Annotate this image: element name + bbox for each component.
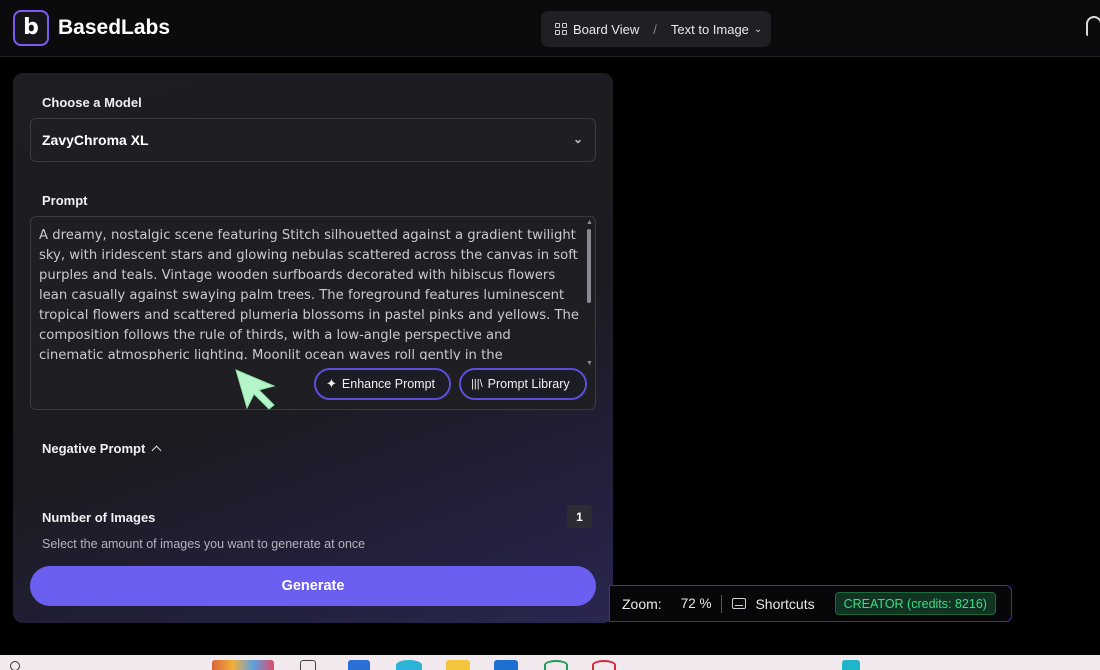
canvas-status-bar: Zoom: 72 % Shortcuts CREATOR (credits: 8… [609,585,1012,622]
zoom-value[interactable]: 72 % [681,596,712,611]
credits-badge[interactable]: CREATOR (credits: 8216) [834,592,996,615]
board-grid-icon [555,23,567,35]
prompt-library-button[interactable]: |||\ Prompt Library [459,368,587,400]
app-icon[interactable] [842,660,860,670]
taskbar-widget-icon[interactable] [212,660,274,670]
zoom-label: Zoom: [622,595,662,612]
prompt-label: Prompt [42,193,88,208]
task-view-icon[interactable] [300,660,316,670]
breadcrumb-separator: / [653,21,657,37]
scroll-down-icon[interactable]: ▼ [586,360,593,367]
model-value: ZavyChroma XL [42,132,149,148]
sparkle-icon: ✦ [326,376,337,391]
generation-panel: Choose a Model ZavyChroma XL ⌄ Prompt A … [13,73,613,623]
prompt-text[interactable]: A dreamy, nostalgic scene featuring Stit… [39,226,579,360]
file-explorer-icon[interactable] [446,660,470,670]
prompt-scrollbar[interactable]: ▲ ▼ [586,219,593,367]
brand-name[interactable]: BasedLabs [58,16,170,40]
library-icon: |||\ [471,378,483,390]
scroll-up-icon[interactable]: ▲ [586,219,593,226]
shortcuts-button[interactable]: Shortcuts [755,596,814,612]
top-bar: b BasedLabs Board View / Text to Image ⌄ [0,0,1100,57]
prompt-library-label: Prompt Library [487,377,570,391]
breadcrumb: Board View / Text to Image ⌄ [541,11,771,47]
images-count-badge[interactable]: 1 [567,505,592,528]
keyboard-icon [732,598,747,609]
copilot-icon[interactable] [348,660,370,670]
chevron-up-icon [151,445,162,456]
opera-icon[interactable] [592,660,616,670]
scrollbar-thumb[interactable] [587,229,591,303]
logo-glyph: b [23,15,39,40]
edge-icon[interactable] [396,660,422,670]
enhance-prompt-label: Enhance Prompt [341,377,436,391]
basedlabs-logo[interactable]: b [13,10,49,46]
negative-prompt-label: Negative Prompt [42,441,146,456]
chevron-down-icon: ⌄ [572,132,583,146]
number-of-images-label: Number of Images [42,510,156,525]
chevron-down-icon[interactable]: ⌄ [754,24,762,35]
whatsapp-icon[interactable] [544,660,568,670]
model-select[interactable]: ZavyChroma XL ⌄ [30,118,596,162]
store-icon[interactable] [494,660,518,670]
images-helper-text: Select the amount of images you want to … [42,537,366,551]
generate-button[interactable]: Generate [30,566,596,606]
model-label: Choose a Model [42,95,142,110]
breadcrumb-board-view[interactable]: Board View [573,22,639,37]
breadcrumb-text-to-image[interactable]: Text to Image [671,22,749,37]
cursor-arrow-icon [235,369,276,410]
search-icon[interactable] [10,661,20,670]
os-taskbar [0,655,1100,670]
prompt-textarea[interactable]: A dreamy, nostalgic scene featuring Stit… [30,216,596,410]
negative-prompt-toggle[interactable]: Negative Prompt [42,441,162,456]
divider [721,594,723,613]
bell-icon[interactable] [1086,16,1100,36]
enhance-prompt-button[interactable]: ✦ Enhance Prompt [314,368,451,400]
